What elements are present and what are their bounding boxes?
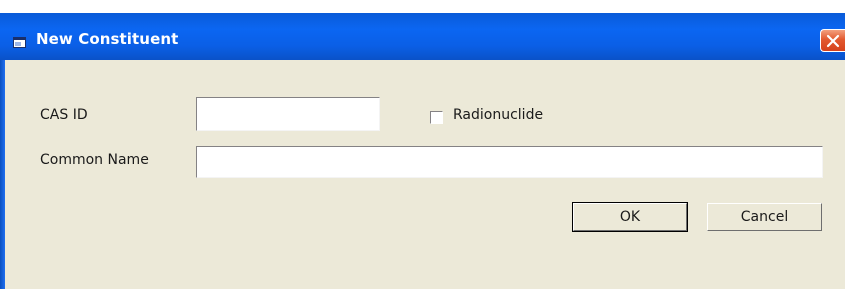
new-constituent-dialog: New Constituent CAS ID Radionuclide Comm… bbox=[0, 0, 845, 289]
radionuclide-label[interactable]: Radionuclide bbox=[453, 107, 543, 123]
cas-id-label: CAS ID bbox=[40, 107, 88, 123]
title-bar[interactable]: New Constituent bbox=[0, 13, 845, 60]
close-x-icon bbox=[826, 34, 840, 48]
ok-button[interactable]: OK bbox=[572, 202, 688, 232]
close-button[interactable] bbox=[820, 29, 845, 52]
common-name-input[interactable] bbox=[196, 146, 823, 178]
radionuclide-checkbox[interactable] bbox=[430, 111, 443, 124]
cas-id-input[interactable] bbox=[196, 97, 380, 131]
window-title: New Constituent bbox=[36, 30, 179, 48]
window-app-icon bbox=[13, 33, 26, 48]
window-left-border bbox=[0, 60, 5, 289]
common-name-label: Common Name bbox=[40, 152, 149, 168]
cancel-button[interactable]: Cancel bbox=[707, 203, 822, 231]
